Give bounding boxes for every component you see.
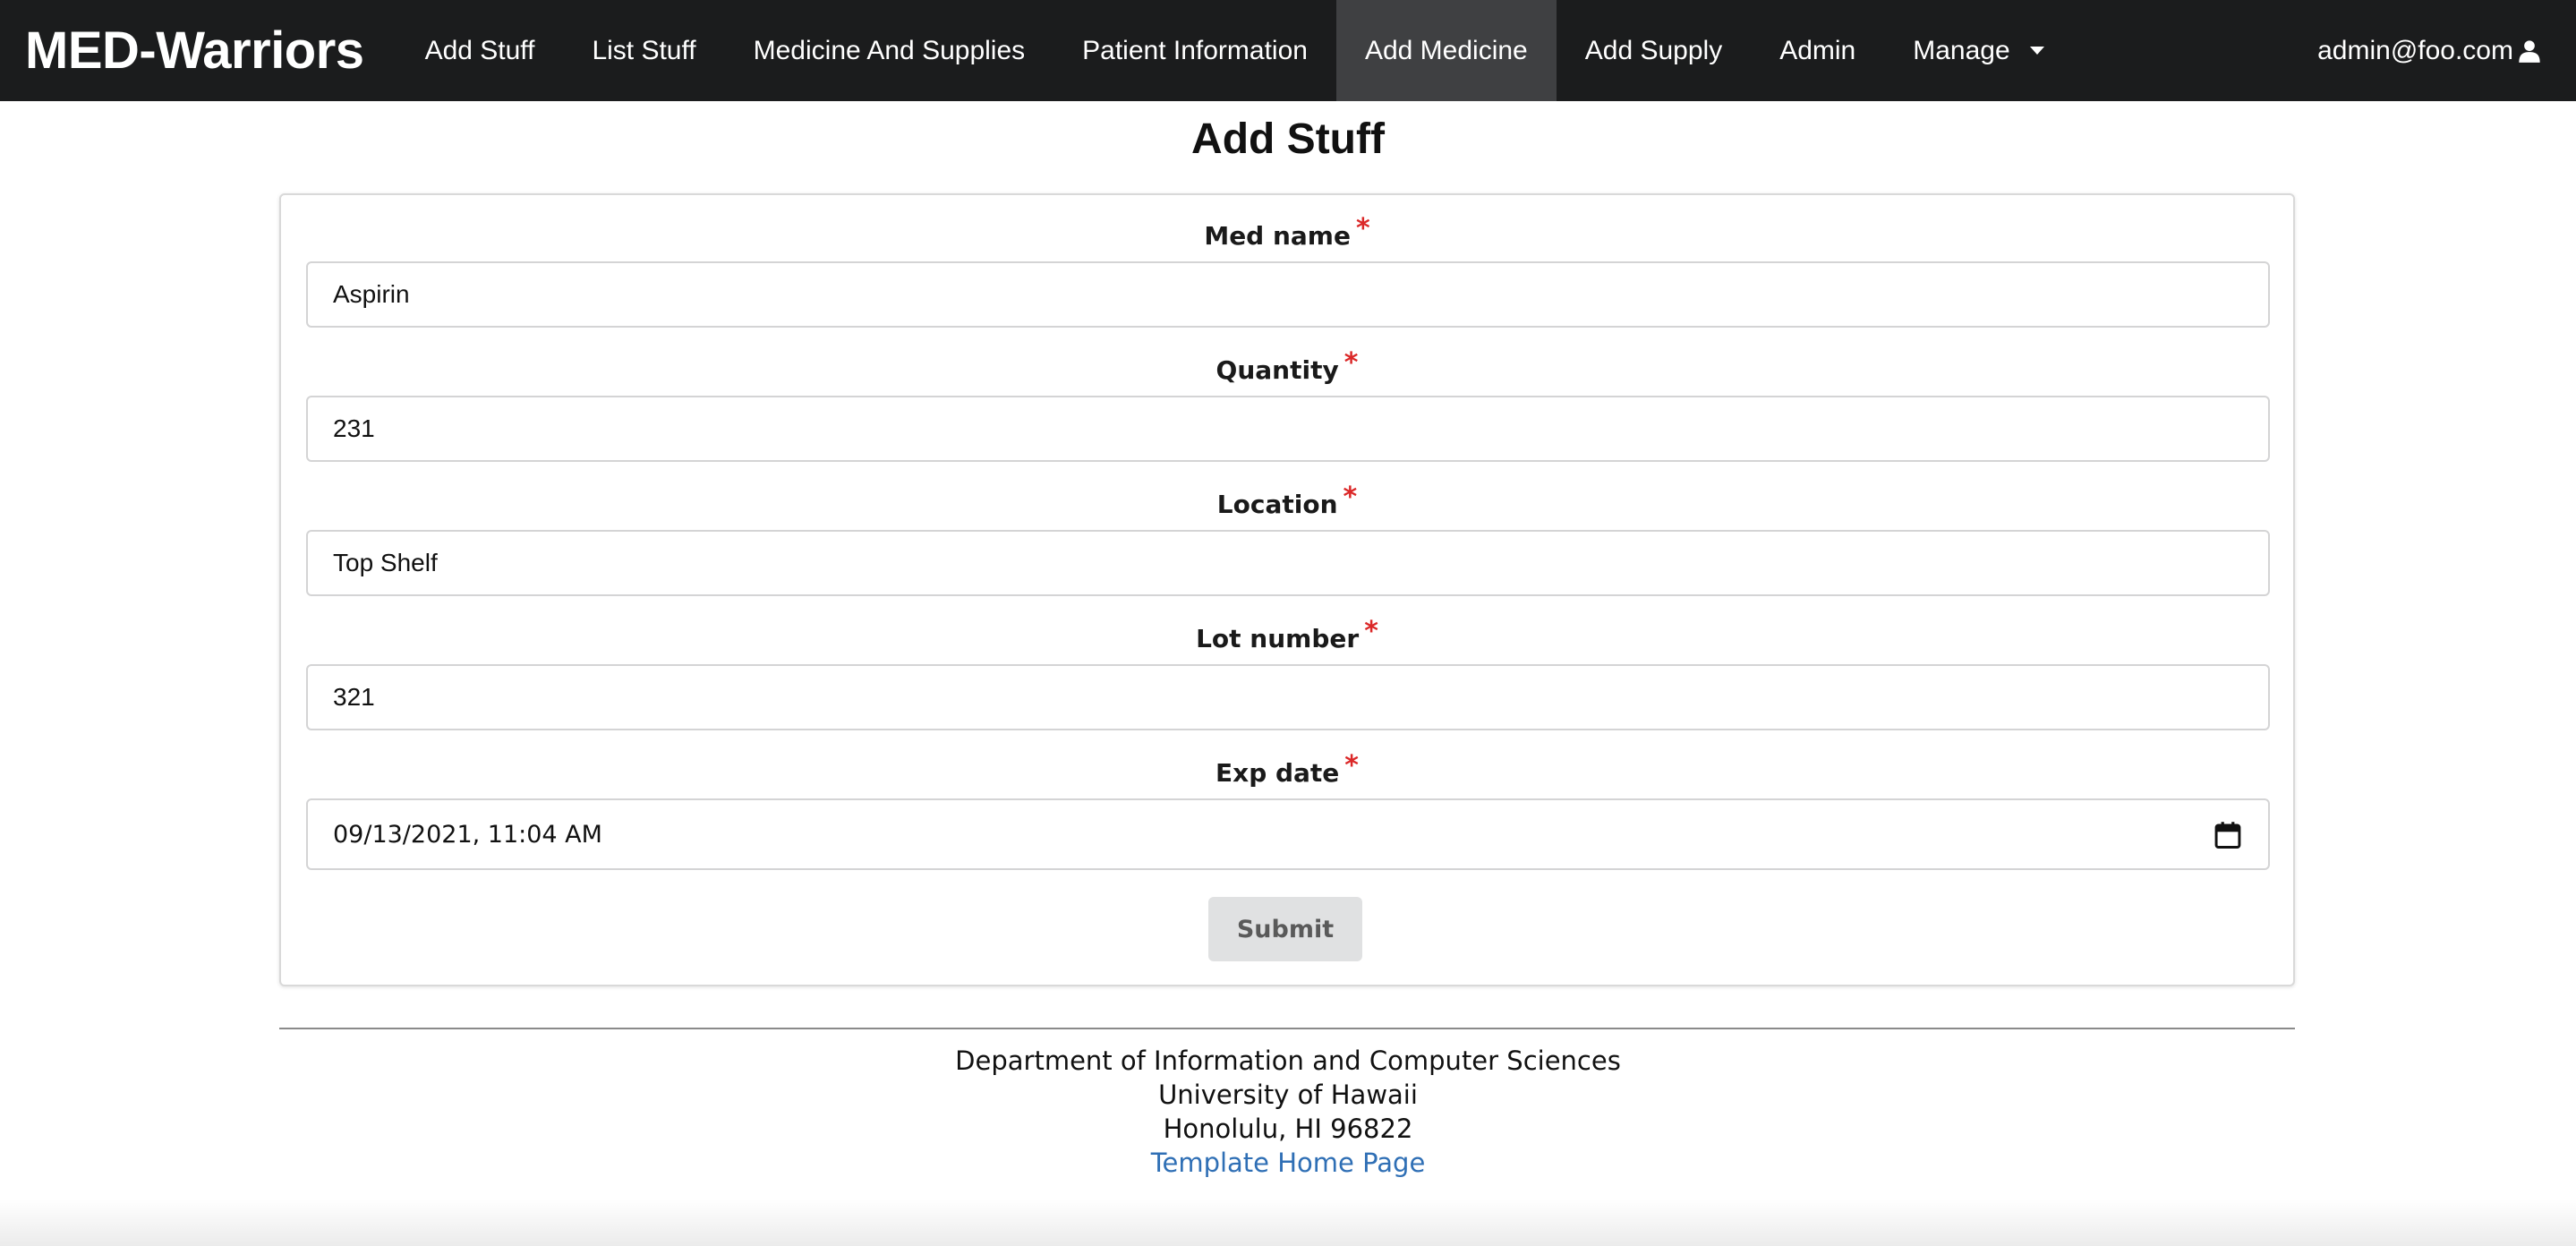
footer-department: Department of Information and Computer S… — [955, 1045, 1621, 1076]
nav-item-patient-information[interactable]: Patient Information — [1053, 0, 1336, 101]
required-asterisk: * — [1364, 616, 1378, 647]
brand-logo[interactable]: MED-Warriors — [0, 0, 397, 101]
user-menu[interactable]: admin@foo.com — [2317, 0, 2542, 101]
required-asterisk: * — [1343, 347, 1359, 379]
exp-date-label: Exp date * — [281, 750, 2293, 789]
nav-items: Add Stuff List Stuff Medicine And Suppli… — [397, 0, 2073, 101]
location-input[interactable]: Top Shelf — [306, 530, 2270, 596]
quantity-input[interactable]: 231 — [306, 396, 2270, 462]
nav-item-medicine-and-supplies[interactable]: Medicine And Supplies — [725, 0, 1054, 101]
location-label-text: Location — [1216, 490, 1338, 519]
caret-down-icon — [2029, 47, 2044, 55]
lot-number-label-text: Lot number — [1196, 624, 1360, 653]
lot-number-label: Lot number * — [281, 616, 2293, 654]
footer-divider — [279, 1028, 2295, 1029]
exp-date-input[interactable]: 09/13/2021, 11:04 AM — [306, 798, 2270, 870]
nav-item-admin[interactable]: Admin — [1751, 0, 1884, 101]
top-navbar: MED-Warriors Add Stuff List Stuff Medici… — [0, 0, 2576, 101]
page-title: Add Stuff — [1191, 115, 1385, 163]
exp-date-value: 09/13/2021, 11:04 AM — [333, 820, 602, 849]
footer-address: Honolulu, HI 96822 — [1163, 1114, 1413, 1144]
quantity-label-text: Quantity — [1215, 355, 1339, 385]
quantity-label: Quantity * — [281, 347, 2293, 386]
med-name-input[interactable]: Aspirin — [306, 261, 2270, 328]
window-bottom-shadow — [0, 1199, 2576, 1246]
nav-item-add-stuff[interactable]: Add Stuff — [397, 0, 564, 101]
required-asterisk: * — [1355, 213, 1370, 244]
required-asterisk: * — [1344, 750, 1359, 781]
add-medicine-form: Med name * Aspirin Quantity * 231 Location… — [279, 193, 2295, 986]
med-name-label-text: Med name — [1204, 221, 1351, 251]
template-home-page-link[interactable]: Template Home Page — [1151, 1148, 1426, 1178]
med-name-label: Med name * — [281, 213, 2293, 252]
calendar-icon[interactable] — [2214, 821, 2241, 849]
nav-item-list-stuff[interactable]: List Stuff — [563, 0, 724, 101]
lot-number-input[interactable]: 321 — [306, 664, 2270, 730]
submit-button[interactable]: Submit — [1208, 897, 1362, 961]
nav-item-add-medicine[interactable]: Add Medicine — [1335, 0, 1557, 101]
location-label: Location * — [281, 482, 2293, 520]
manage-dropdown[interactable]: Manage — [1884, 0, 2072, 101]
user-email: admin@foo.com — [2317, 35, 2513, 65]
manage-dropdown-label: Manage — [1913, 35, 2010, 65]
nav-item-add-supply[interactable]: Add Supply — [1557, 0, 1751, 101]
footer-university: University of Hawaii — [1158, 1080, 1418, 1110]
footer: Department of Information and Computer S… — [0, 1044, 2576, 1180]
user-icon — [2519, 39, 2540, 63]
required-asterisk: * — [1343, 482, 1358, 513]
exp-date-label-text: Exp date — [1215, 758, 1340, 788]
